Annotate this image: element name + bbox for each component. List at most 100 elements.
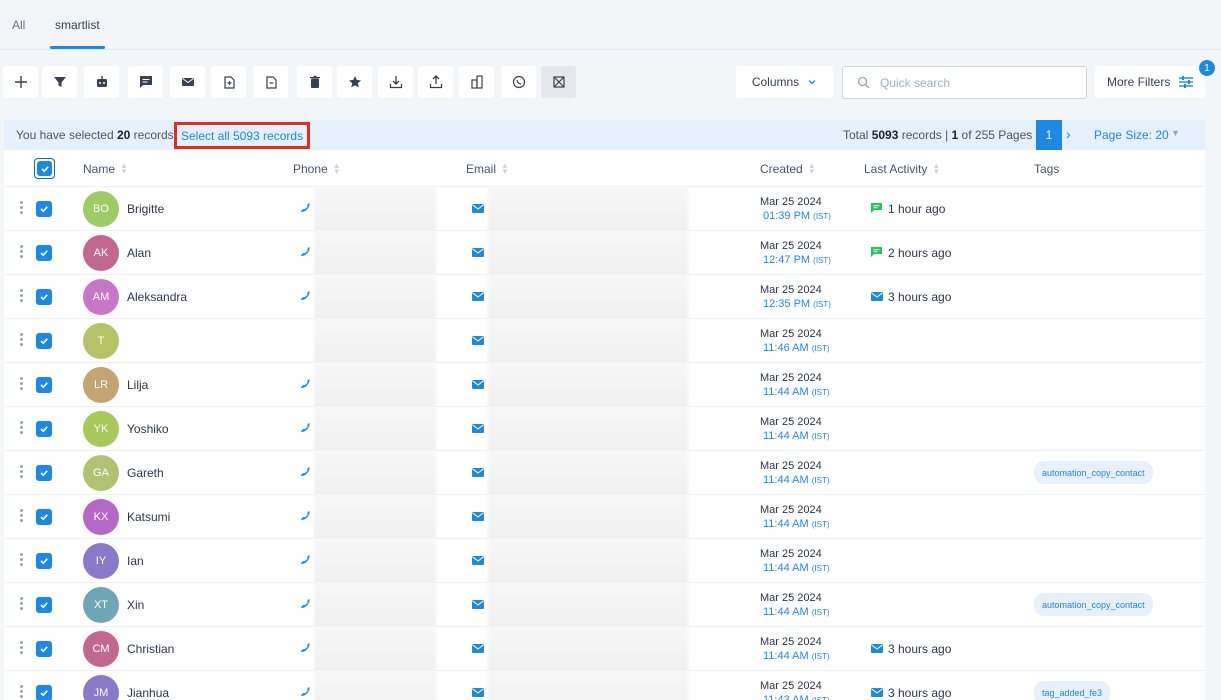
columns-button[interactable]: Columns xyxy=(736,66,833,98)
header-name[interactable]: Name ▲ ▼ xyxy=(83,162,128,177)
more-filters-button[interactable]: More Filters xyxy=(1095,66,1205,98)
page-size-select[interactable]: Page Size: 20 xyxy=(1094,128,1169,142)
delete-button[interactable] xyxy=(297,66,332,98)
table-row[interactable]: JM Jianhua Mar 25 2024 11:43 AM (IST) 3 hour… xyxy=(4,671,1205,700)
import-button[interactable] xyxy=(378,66,413,98)
tag-chip[interactable]: tag_added_fe3 xyxy=(1034,681,1111,700)
header-created[interactable]: Created ▲ ▼ xyxy=(760,162,816,177)
row-menu-icon[interactable] xyxy=(20,289,26,304)
tab-all[interactable]: All xyxy=(12,18,25,32)
contact-name[interactable]: Brigitte xyxy=(127,202,164,216)
table-row[interactable]: IY Ian Mar 25 2024 11:44 AM (IST) xyxy=(4,539,1205,583)
table-row[interactable]: LR Lilja Mar 25 2024 11:44 AM (IST) xyxy=(4,363,1205,407)
row-checkbox[interactable] xyxy=(36,685,52,700)
contact-name[interactable]: Jianhua xyxy=(127,686,169,700)
email-icon[interactable] xyxy=(472,336,484,345)
filter-button[interactable] xyxy=(42,66,77,98)
email-icon[interactable] xyxy=(472,248,484,257)
row-menu-icon[interactable] xyxy=(20,421,26,436)
add-button[interactable] xyxy=(3,66,38,98)
export-button[interactable] xyxy=(418,66,453,98)
phone-icon[interactable] xyxy=(300,422,311,433)
tag-remove-button[interactable] xyxy=(253,66,288,98)
tag-chip[interactable]: automation_copy_contact xyxy=(1034,593,1153,616)
row-menu-icon[interactable] xyxy=(20,553,26,568)
email-icon[interactable] xyxy=(472,292,484,301)
row-checkbox[interactable] xyxy=(36,201,52,217)
row-checkbox[interactable] xyxy=(36,553,52,569)
email-icon[interactable] xyxy=(472,424,484,433)
phone-icon[interactable] xyxy=(300,290,311,301)
mail-button[interactable] xyxy=(170,66,205,98)
contact-name[interactable]: Christian xyxy=(127,642,174,656)
row-checkbox[interactable] xyxy=(36,333,52,349)
phone-icon[interactable] xyxy=(300,510,311,521)
row-menu-icon[interactable] xyxy=(20,201,26,216)
row-menu-icon[interactable] xyxy=(20,641,26,656)
email-icon[interactable] xyxy=(472,204,484,213)
row-checkbox[interactable] xyxy=(36,465,52,481)
row-checkbox[interactable] xyxy=(36,245,52,261)
select-all-checkbox[interactable] xyxy=(34,158,55,179)
phone-icon[interactable] xyxy=(300,642,311,653)
phone-icon[interactable] xyxy=(300,686,311,697)
row-menu-icon[interactable] xyxy=(20,509,26,524)
table-row[interactable]: BO Brigitte Mar 25 2024 01:39 PM (IST) 1 hou… xyxy=(4,187,1205,231)
row-checkbox[interactable] xyxy=(36,289,52,305)
email-icon[interactable] xyxy=(472,468,484,477)
email-icon[interactable] xyxy=(472,644,484,653)
email-icon[interactable] xyxy=(472,556,484,565)
phone-icon[interactable] xyxy=(300,598,311,609)
row-checkbox[interactable] xyxy=(36,597,52,613)
contact-name[interactable]: Gareth xyxy=(127,466,164,480)
row-menu-icon[interactable] xyxy=(20,377,26,392)
contact-name[interactable]: Xin xyxy=(127,598,144,612)
message-button[interactable] xyxy=(128,66,163,98)
row-checkbox[interactable] xyxy=(36,377,52,393)
phone-icon[interactable] xyxy=(300,202,311,213)
phone-icon[interactable] xyxy=(300,554,311,565)
quick-search-input[interactable] xyxy=(880,75,1070,90)
merge-button[interactable] xyxy=(541,66,576,98)
tab-smartlist[interactable]: smartlist xyxy=(55,18,100,32)
table-row[interactable]: CM Christian Mar 25 2024 11:44 AM (IST) 3 ho… xyxy=(4,627,1205,671)
whatsapp-button[interactable] xyxy=(501,66,536,98)
contact-name[interactable]: Aleksandra xyxy=(127,290,187,304)
phone-icon[interactable] xyxy=(300,378,311,389)
row-menu-icon[interactable] xyxy=(20,685,26,700)
row-menu-icon[interactable] xyxy=(20,333,26,348)
contact-name[interactable]: Alan xyxy=(127,246,151,260)
row-menu-icon[interactable] xyxy=(20,465,26,480)
row-checkbox[interactable] xyxy=(36,641,52,657)
row-menu-icon[interactable] xyxy=(20,245,26,260)
building-button[interactable] xyxy=(459,66,494,98)
table-row[interactable]: AK Alan Mar 25 2024 12:47 PM (IST) 2 hours a… xyxy=(4,231,1205,275)
table-row[interactable]: T Mar 25 2024 11:46 AM (IST) xyxy=(4,319,1205,363)
tag-chip[interactable]: automation_copy_contact xyxy=(1034,461,1153,484)
table-row[interactable]: KX Katsumi Mar 25 2024 11:44 AM (IST) xyxy=(4,495,1205,539)
email-icon[interactable] xyxy=(472,380,484,389)
table-row[interactable]: GA Gareth Mar 25 2024 11:44 AM (IST) automat… xyxy=(4,451,1205,495)
row-menu-icon[interactable] xyxy=(20,597,26,612)
header-email[interactable]: Email ▲ ▼ xyxy=(466,162,509,177)
contact-name[interactable]: Lilja xyxy=(127,378,148,392)
row-checkbox[interactable] xyxy=(36,421,52,437)
phone-icon[interactable] xyxy=(300,246,311,257)
tag-add-button[interactable] xyxy=(211,66,246,98)
row-checkbox[interactable] xyxy=(36,509,52,525)
star-button[interactable] xyxy=(337,66,372,98)
contact-name[interactable]: Yoshiko xyxy=(127,422,169,436)
page-button-1[interactable]: 1 xyxy=(1036,120,1062,150)
select-all-records-link[interactable]: Select all 5093 records xyxy=(174,122,311,149)
header-last-activity[interactable]: Last Activity ▲ ▼ xyxy=(864,162,940,177)
robot-button[interactable] xyxy=(84,66,119,98)
contact-name[interactable]: Ian xyxy=(127,554,144,568)
email-icon[interactable] xyxy=(472,512,484,521)
email-icon[interactable] xyxy=(472,688,484,697)
phone-icon[interactable] xyxy=(300,466,311,477)
table-row[interactable]: YK Yoshiko Mar 25 2024 11:44 AM (IST) xyxy=(4,407,1205,451)
email-icon[interactable] xyxy=(472,600,484,609)
header-phone[interactable]: Phone ▲ ▼ xyxy=(293,162,341,177)
table-row[interactable]: XT Xin Mar 25 2024 11:44 AM (IST) automation… xyxy=(4,583,1205,627)
table-row[interactable]: AM Aleksandra Mar 25 2024 12:35 PM (IST) 3 h… xyxy=(4,275,1205,319)
